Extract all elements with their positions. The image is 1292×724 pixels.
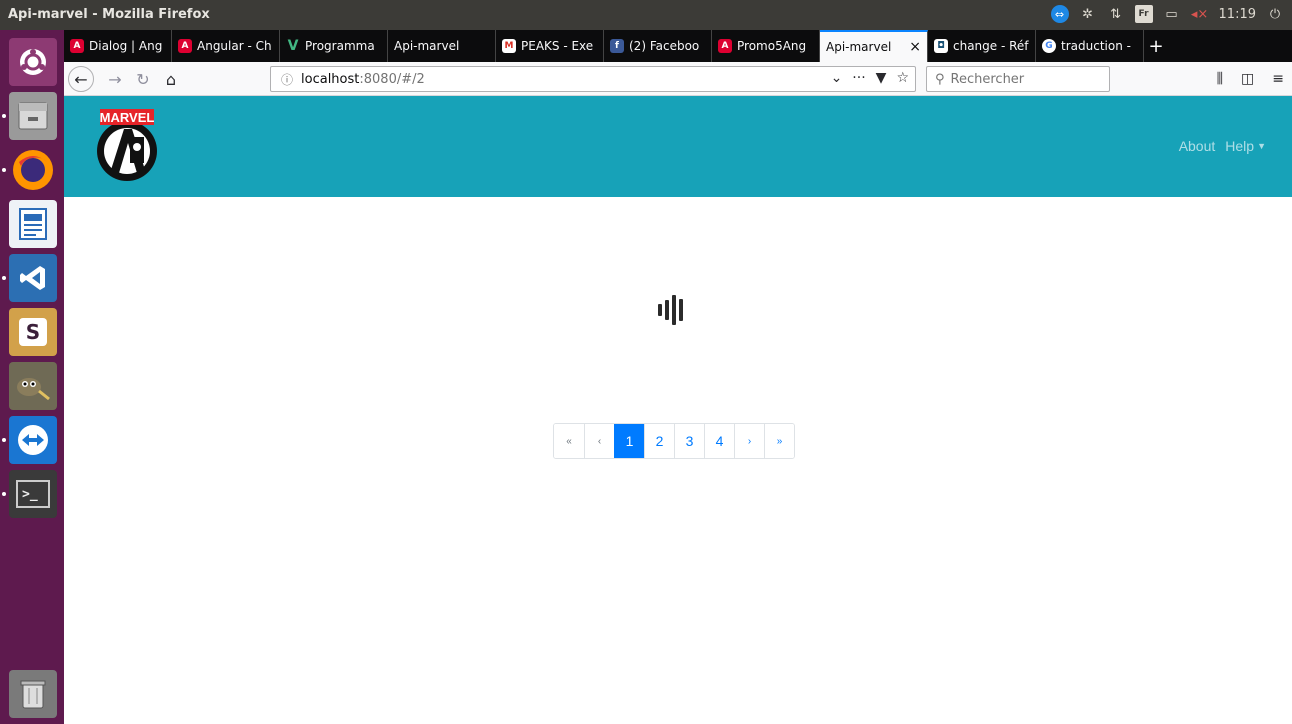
pagination-page-4[interactable]: 4 [704,424,734,458]
app-header: MARVEL About Help ▼ [64,96,1292,197]
search-bar[interactable]: ⚲ [926,66,1110,92]
hamburger-menu-icon[interactable]: ≡ [1272,71,1284,87]
google-icon: G [1042,39,1056,53]
angular-icon: A [70,39,84,53]
network-icon[interactable]: ⇅ [1107,5,1125,23]
url-path: :8080/#/2 [359,71,425,87]
tab-api-marvel-active[interactable]: Api-marvel × [820,30,928,62]
site-info-icon[interactable]: ⓘ [281,71,293,88]
teamviewer-tray-icon[interactable]: ⇔ [1050,5,1069,23]
web-page: MARVEL About Help ▼ « ‹ 1 2 3 4 › » [64,96,1292,724]
browser-nav-bar: ← → ↻ ⌂ ⓘ localhost:8080/#/2 ⌄ ··· ▼ ☆ ⚲… [64,62,1292,96]
running-indicator [2,492,6,496]
logo-text: MARVEL [100,110,155,125]
pagination-page-3[interactable]: 3 [674,424,704,458]
help-dropdown[interactable]: Help ▼ [1225,138,1266,154]
url-history-dropdown-icon[interactable]: ⌄ [831,70,843,86]
url-host: localhost [301,71,360,87]
running-indicator [2,168,6,172]
sidebar-icon[interactable]: ◫ [1241,71,1254,87]
forward-arrow-icon: → [108,69,122,89]
reload-button[interactable]: ↻ [130,66,156,92]
firefox-icon[interactable] [9,146,57,194]
search-input[interactable] [950,71,1091,87]
pagination-prev[interactable]: ‹ [584,424,614,458]
tab-api-marvel[interactable]: Api-marvel [388,30,496,62]
tab-traduction[interactable]: G traduction - [1036,30,1144,62]
search-icon: ⚲ [935,71,945,87]
url-bar[interactable]: ⓘ localhost:8080/#/2 ⌄ ··· ▼ ☆ [270,66,916,92]
battery-icon[interactable]: ▭ [1163,5,1181,23]
loader-bar [665,300,669,320]
volume-icon[interactable]: ◂× [1191,5,1209,23]
url-actions: ⌄ ··· ▼ ☆ [831,70,909,86]
page-actions-icon[interactable]: ··· [852,70,865,86]
loader-bar [658,304,662,316]
loader-bar [679,299,683,321]
tab-angular-ch[interactable]: A Angular - Ch [172,30,280,62]
browser-tab-bar: A Dialog | Ang A Angular - Ch V Programm… [64,30,1292,62]
new-tab-button[interactable]: + [1144,30,1168,62]
bookmark-star-icon[interactable]: ☆ [896,70,909,86]
ubuntu-launcher: S >_ [0,30,64,724]
loader-bar [672,295,676,325]
marvel-avengers-logo[interactable]: MARVEL [84,107,170,183]
pagination-page-2[interactable]: 2 [644,424,674,458]
slack-icon[interactable]: S [9,308,57,356]
vscode-icon[interactable] [9,254,57,302]
pagination-last[interactable]: » [764,424,794,458]
tab-change-ref[interactable]: ◘ change - Réf [928,30,1036,62]
system-tray: ⇔ ✲ ⇅ Fr ▭ ◂× 11:19 ⏻ [1050,5,1284,23]
libreoffice-writer-icon[interactable] [9,200,57,248]
loading-spinner [658,295,683,325]
running-indicator [2,276,6,280]
ubuntu-dash-icon[interactable] [9,38,57,86]
trash-icon[interactable] [9,670,57,718]
terminal-icon[interactable]: >_ [9,470,57,518]
reload-icon: ↻ [136,69,150,89]
gmail-icon: M [502,39,516,53]
running-indicator [2,114,6,118]
header-menu: About Help ▼ [1179,138,1266,154]
facebook-icon: f [610,39,624,53]
toolbar-right: ⫼ ◫ ≡ [1217,71,1284,87]
back-button[interactable]: ← [68,66,94,92]
system-top-bar: Api-marvel - Mozilla Firefox ⇔ ✲ ⇅ Fr ▭ … [0,0,1292,30]
pagination-next[interactable]: › [734,424,764,458]
tab-dialog-angular[interactable]: A Dialog | Ang [64,30,172,62]
files-icon[interactable] [9,92,57,140]
running-indicator [2,438,6,442]
angular-icon: A [718,39,732,53]
reference-icon: ◘ [934,39,948,53]
pagination-page-1[interactable]: 1 [614,424,644,458]
library-icon[interactable]: ⫼ [1217,71,1223,87]
tab-promo5angular[interactable]: A Promo5Ang [712,30,820,62]
home-icon: ⌂ [165,69,177,89]
caret-down-icon: ▼ [1257,141,1266,151]
tab-peaks[interactable]: M PEAKS - Exe [496,30,604,62]
tab-facebook[interactable]: f (2) Faceboo [604,30,712,62]
close-tab-icon[interactable]: × [909,39,921,55]
about-link[interactable]: About [1179,138,1216,154]
back-arrow-icon: ← [74,69,88,89]
gimp-icon[interactable] [9,362,57,410]
power-icon[interactable]: ⏻ [1266,5,1284,23]
window-title: Api-marvel - Mozilla Firefox [8,7,210,22]
tab-programma[interactable]: V Programma [280,30,388,62]
pagination: « ‹ 1 2 3 4 › » [553,423,795,459]
clock[interactable]: 11:19 [1219,7,1256,22]
teamviewer-icon[interactable] [9,416,57,464]
home-button[interactable]: ⌂ [158,66,184,92]
angular-icon: A [178,39,192,53]
settings-tray-icon[interactable]: ✲ [1079,5,1097,23]
pagination-first[interactable]: « [554,424,584,458]
vue-icon: V [287,38,299,54]
keyboard-layout-indicator[interactable]: Fr [1134,5,1153,23]
help-label: Help [1225,138,1255,154]
forward-button[interactable]: → [102,66,128,92]
pocket-icon[interactable]: ▼ [876,70,887,86]
